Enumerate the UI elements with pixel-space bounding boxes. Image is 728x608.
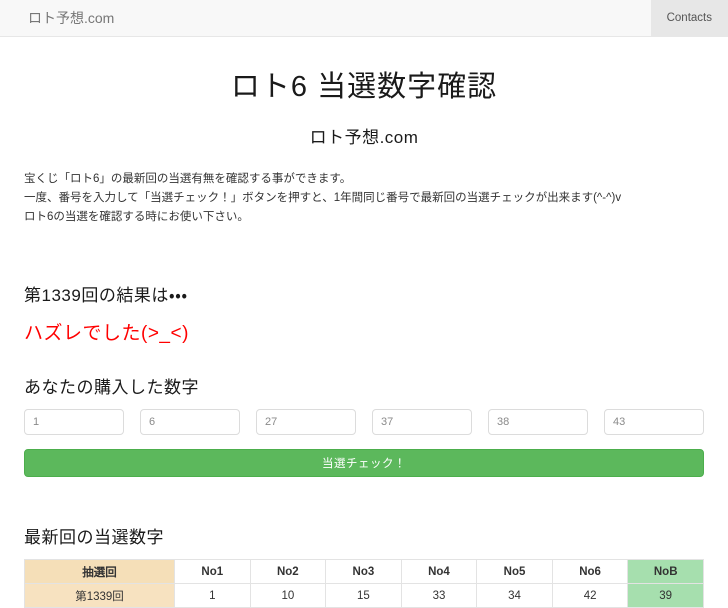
purchased-numbers-form: あなたの購入した数字 当選チェック！ — [24, 373, 704, 478]
table-header-nob: NoB — [627, 559, 704, 585]
result-round-label: 第1339回の結果は・・・ — [24, 286, 188, 306]
table-header-no2: No2 — [249, 559, 327, 585]
table-cell-no5: 34 — [476, 583, 553, 608]
page-container: ロト6 当選数字確認 ロト予想.com 宝くじ「ロト6」の最新回の当選有無を確認… — [0, 37, 728, 608]
page-subtitle: ロト予想.com — [309, 128, 419, 148]
page-header: ロト6 当選数字確認 ロト予想.com — [24, 37, 704, 148]
number-input-5[interactable] — [488, 409, 588, 436]
table-header-no5: No5 — [476, 559, 553, 585]
latest-numbers-heading: 最新回の当選数字 — [24, 528, 164, 548]
table-header-no6: No6 — [551, 559, 629, 585]
description-block: 宝くじ「ロト6」の最新回の当選有無を確認する事ができます。 一度、番号を入力して… — [24, 170, 704, 227]
table-row: 第1339回 1 10 15 33 34 42 39 — [24, 583, 704, 608]
table-cell-no6: 42 — [551, 583, 629, 608]
purchased-numbers-heading: あなたの購入した数字 — [24, 378, 199, 398]
nav-link-contacts[interactable]: Contacts — [650, 0, 728, 36]
table-cell-no4: 33 — [400, 583, 478, 608]
latest-numbers-block: 最新回の当選数字 抽選回 No1 No2 No3 No4 No5 No6 NoB… — [24, 523, 704, 608]
page-title: ロト6 当選数字確認 — [230, 71, 498, 103]
table-header-row: 抽選回 No1 No2 No3 No4 No5 No6 NoB — [24, 559, 704, 585]
number-input-6[interactable] — [604, 409, 704, 436]
number-input-1[interactable] — [24, 409, 124, 436]
top-navbar: ロト予想.com Contacts — [0, 0, 728, 37]
result-verdict-text: ハズレでした(>_<) — [24, 323, 189, 345]
table-body: 第1339回 1 10 15 33 34 42 39 — [24, 583, 704, 608]
table-cell-no3: 15 — [325, 583, 402, 608]
number-input-row — [24, 409, 704, 436]
check-winning-button[interactable]: 当選チェック！ — [24, 449, 704, 478]
result-block: 第1339回の結果は・・・ ハズレでした(>_<) — [24, 281, 704, 345]
table-cell-round: 第1339回 — [24, 583, 175, 608]
number-input-2[interactable] — [140, 409, 240, 436]
navbar-brand-link[interactable]: ロト予想.com — [0, 0, 129, 36]
table-header-no1: No1 — [174, 559, 251, 585]
description-line-3: ロト6の当選を確認する時にお使い下さい。 — [24, 211, 249, 224]
nav-item-contacts[interactable]: Contacts — [650, 0, 728, 36]
latest-numbers-table: 抽選回 No1 No2 No3 No4 No5 No6 NoB 第1339回 1… — [24, 559, 704, 608]
table-cell-no2: 10 — [249, 583, 327, 608]
table-header-no4: No4 — [400, 559, 478, 585]
table-cell-nob: 39 — [627, 583, 704, 608]
table-header-round: 抽選回 — [24, 559, 175, 585]
table-cell-no1: 1 — [174, 583, 251, 608]
table-head: 抽選回 No1 No2 No3 No4 No5 No6 NoB — [24, 559, 704, 585]
description-line-2: 一度、番号を入力して「当選チェック！」ボタンを押すと、1年間同じ番号で最新回の当… — [24, 192, 622, 205]
number-input-4[interactable] — [372, 409, 472, 436]
table-header-no3: No3 — [325, 559, 402, 585]
number-input-3[interactable] — [256, 409, 356, 436]
description-line-1: 宝くじ「ロト6」の最新回の当選有無を確認する事ができます。 — [24, 173, 352, 186]
navbar-menu: Contacts — [650, 0, 728, 36]
